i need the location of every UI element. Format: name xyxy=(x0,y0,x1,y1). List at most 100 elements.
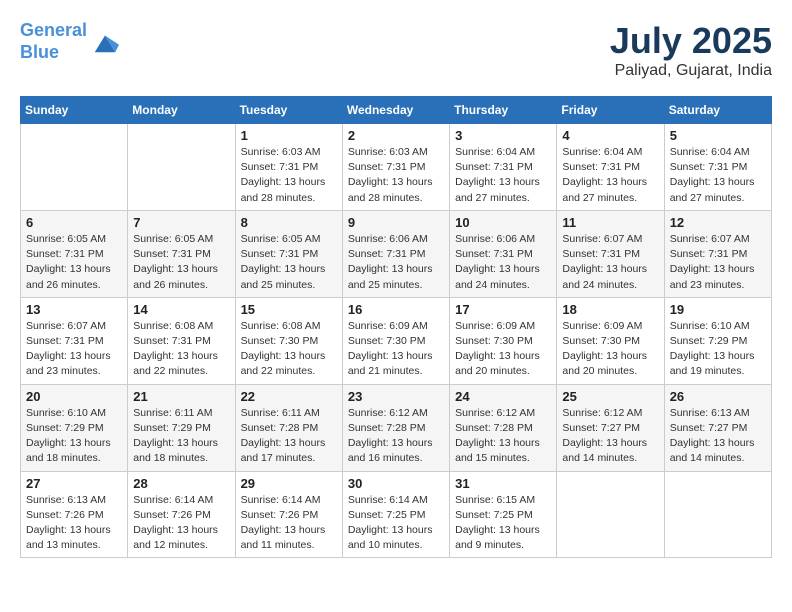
calendar-cell: 7 Sunrise: 6:05 AM Sunset: 7:31 PM Daylig… xyxy=(128,210,235,297)
weekday-header-wednesday: Wednesday xyxy=(342,97,449,124)
day-info: Sunrise: 6:05 AM Sunset: 7:31 PM Dayligh… xyxy=(133,232,229,293)
calendar-week-4: 20 Sunrise: 6:10 AM Sunset: 7:29 PM Dayli… xyxy=(21,384,772,471)
logo: General Blue xyxy=(20,20,119,63)
day-number: 7 xyxy=(133,215,229,230)
day-number: 12 xyxy=(670,215,766,230)
day-number: 30 xyxy=(348,476,444,491)
weekday-header-tuesday: Tuesday xyxy=(235,97,342,124)
calendar-cell: 1 Sunrise: 6:03 AM Sunset: 7:31 PM Daylig… xyxy=(235,124,342,211)
day-info: Sunrise: 6:10 AM Sunset: 7:29 PM Dayligh… xyxy=(670,319,766,380)
logo-icon xyxy=(91,28,119,56)
day-number: 18 xyxy=(562,302,658,317)
calendar-cell: 29 Sunrise: 6:14 AM Sunset: 7:26 PM Dayli… xyxy=(235,471,342,558)
calendar-cell: 4Sunrise: 6:04 AM Sunset: 7:31 PM Daylig… xyxy=(557,124,664,211)
calendar-cell: 22Sunrise: 6:11 AM Sunset: 7:28 PM Dayli… xyxy=(235,384,342,471)
day-number: 6 xyxy=(26,215,122,230)
calendar-week-5: 27Sunrise: 6:13 AM Sunset: 7:26 PM Dayli… xyxy=(21,471,772,558)
day-info: Sunrise: 6:06 AM Sunset: 7:31 PM Dayligh… xyxy=(348,232,444,293)
day-info: Sunrise: 6:03 AM Sunset: 7:31 PM Dayligh… xyxy=(348,145,444,206)
day-number: 15 xyxy=(241,302,337,317)
day-info: Sunrise: 6:15 AM Sunset: 7:25 PM Dayligh… xyxy=(455,493,551,554)
day-info: Sunrise: 6:13 AM Sunset: 7:27 PM Dayligh… xyxy=(670,406,766,467)
calendar-cell: 2 Sunrise: 6:03 AM Sunset: 7:31 PM Daylig… xyxy=(342,124,449,211)
day-number: 20 xyxy=(26,389,122,404)
calendar-cell: 31 Sunrise: 6:15 AM Sunset: 7:25 PM Dayli… xyxy=(450,471,557,558)
day-info: Sunrise: 6:09 AM Sunset: 7:30 PM Dayligh… xyxy=(348,319,444,380)
weekday-header-sunday: Sunday xyxy=(21,97,128,124)
day-info: Sunrise: 6:04 AM Sunset: 7:31 PM Dayligh… xyxy=(455,145,551,206)
day-number: 8 xyxy=(241,215,337,230)
month-year: July 2025 xyxy=(610,20,772,62)
day-info: Sunrise: 6:05 AM Sunset: 7:31 PM Dayligh… xyxy=(26,232,122,293)
calendar-cell: 6 Sunrise: 6:05 AM Sunset: 7:31 PM Daylig… xyxy=(21,210,128,297)
day-info: Sunrise: 6:08 AM Sunset: 7:30 PM Dayligh… xyxy=(241,319,337,380)
calendar-cell: 3 Sunrise: 6:04 AM Sunset: 7:31 PM Daylig… xyxy=(450,124,557,211)
calendar-cell: 18 Sunrise: 6:09 AM Sunset: 7:30 PM Dayli… xyxy=(557,297,664,384)
logo-line2: Blue xyxy=(20,42,59,62)
calendar-week-3: 13 Sunrise: 6:07 AM Sunset: 7:31 PM Dayli… xyxy=(21,297,772,384)
day-number: 31 xyxy=(455,476,551,491)
day-info: Sunrise: 6:07 AM Sunset: 7:31 PM Dayligh… xyxy=(562,232,658,293)
day-info: Sunrise: 6:12 AM Sunset: 7:28 PM Dayligh… xyxy=(455,406,551,467)
day-info: Sunrise: 6:12 AM Sunset: 7:28 PM Dayligh… xyxy=(348,406,444,467)
calendar-cell: 12 Sunrise: 6:07 AM Sunset: 7:31 PM Dayli… xyxy=(664,210,771,297)
page-header: General Blue July 2025 Paliyad, Gujarat,… xyxy=(20,20,772,80)
calendar-cell: 19Sunrise: 6:10 AM Sunset: 7:29 PM Dayli… xyxy=(664,297,771,384)
day-info: Sunrise: 6:03 AM Sunset: 7:31 PM Dayligh… xyxy=(241,145,337,206)
calendar-cell: 27Sunrise: 6:13 AM Sunset: 7:26 PM Dayli… xyxy=(21,471,128,558)
day-info: Sunrise: 6:09 AM Sunset: 7:30 PM Dayligh… xyxy=(562,319,658,380)
day-number: 23 xyxy=(348,389,444,404)
logo-text: General Blue xyxy=(20,20,87,63)
calendar-cell: 8 Sunrise: 6:05 AM Sunset: 7:31 PM Daylig… xyxy=(235,210,342,297)
calendar-cell: 20 Sunrise: 6:10 AM Sunset: 7:29 PM Dayli… xyxy=(21,384,128,471)
day-info: Sunrise: 6:05 AM Sunset: 7:31 PM Dayligh… xyxy=(241,232,337,293)
calendar-cell: 16 Sunrise: 6:09 AM Sunset: 7:30 PM Dayli… xyxy=(342,297,449,384)
day-number: 11 xyxy=(562,215,658,230)
calendar-table: SundayMondayTuesdayWednesdayThursdayFrid… xyxy=(20,96,772,558)
calendar-cell: 13 Sunrise: 6:07 AM Sunset: 7:31 PM Dayli… xyxy=(21,297,128,384)
calendar-cell: 9 Sunrise: 6:06 AM Sunset: 7:31 PM Daylig… xyxy=(342,210,449,297)
title-block: July 2025 Paliyad, Gujarat, India xyxy=(610,20,772,80)
day-number: 29 xyxy=(241,476,337,491)
location: Paliyad, Gujarat, India xyxy=(610,62,772,80)
calendar-cell: 24 Sunrise: 6:12 AM Sunset: 7:28 PM Dayli… xyxy=(450,384,557,471)
day-number: 3 xyxy=(455,128,551,143)
day-number: 9 xyxy=(348,215,444,230)
day-number: 26 xyxy=(670,389,766,404)
day-number: 21 xyxy=(133,389,229,404)
calendar-cell xyxy=(128,124,235,211)
day-info: Sunrise: 6:09 AM Sunset: 7:30 PM Dayligh… xyxy=(455,319,551,380)
calendar-cell: 23 Sunrise: 6:12 AM Sunset: 7:28 PM Dayli… xyxy=(342,384,449,471)
day-info: Sunrise: 6:07 AM Sunset: 7:31 PM Dayligh… xyxy=(670,232,766,293)
calendar-cell: 17Sunrise: 6:09 AM Sunset: 7:30 PM Dayli… xyxy=(450,297,557,384)
weekday-header-friday: Friday xyxy=(557,97,664,124)
calendar-cell: 11 Sunrise: 6:07 AM Sunset: 7:31 PM Dayli… xyxy=(557,210,664,297)
day-info: Sunrise: 6:06 AM Sunset: 7:31 PM Dayligh… xyxy=(455,232,551,293)
day-number: 2 xyxy=(348,128,444,143)
day-info: Sunrise: 6:08 AM Sunset: 7:31 PM Dayligh… xyxy=(133,319,229,380)
day-number: 28 xyxy=(133,476,229,491)
weekday-header-row: SundayMondayTuesdayWednesdayThursdayFrid… xyxy=(21,97,772,124)
calendar-cell: 21 Sunrise: 6:11 AM Sunset: 7:29 PM Dayli… xyxy=(128,384,235,471)
day-info: Sunrise: 6:04 AM Sunset: 7:31 PM Dayligh… xyxy=(562,145,658,206)
calendar-cell: 30Sunrise: 6:14 AM Sunset: 7:25 PM Dayli… xyxy=(342,471,449,558)
day-number: 16 xyxy=(348,302,444,317)
day-info: Sunrise: 6:07 AM Sunset: 7:31 PM Dayligh… xyxy=(26,319,122,380)
day-info: Sunrise: 6:10 AM Sunset: 7:29 PM Dayligh… xyxy=(26,406,122,467)
day-number: 24 xyxy=(455,389,551,404)
day-number: 10 xyxy=(455,215,551,230)
day-info: Sunrise: 6:11 AM Sunset: 7:28 PM Dayligh… xyxy=(241,406,337,467)
day-info: Sunrise: 6:14 AM Sunset: 7:26 PM Dayligh… xyxy=(133,493,229,554)
day-info: Sunrise: 6:14 AM Sunset: 7:26 PM Dayligh… xyxy=(241,493,337,554)
weekday-header-saturday: Saturday xyxy=(664,97,771,124)
calendar-cell: 5Sunrise: 6:04 AM Sunset: 7:31 PM Daylig… xyxy=(664,124,771,211)
day-number: 5 xyxy=(670,128,766,143)
day-number: 25 xyxy=(562,389,658,404)
calendar-cell: 25Sunrise: 6:12 AM Sunset: 7:27 PM Dayli… xyxy=(557,384,664,471)
day-number: 1 xyxy=(241,128,337,143)
calendar-cell: 28 Sunrise: 6:14 AM Sunset: 7:26 PM Dayli… xyxy=(128,471,235,558)
day-number: 14 xyxy=(133,302,229,317)
day-info: Sunrise: 6:11 AM Sunset: 7:29 PM Dayligh… xyxy=(133,406,229,467)
day-number: 13 xyxy=(26,302,122,317)
calendar-cell: 26 Sunrise: 6:13 AM Sunset: 7:27 PM Dayli… xyxy=(664,384,771,471)
